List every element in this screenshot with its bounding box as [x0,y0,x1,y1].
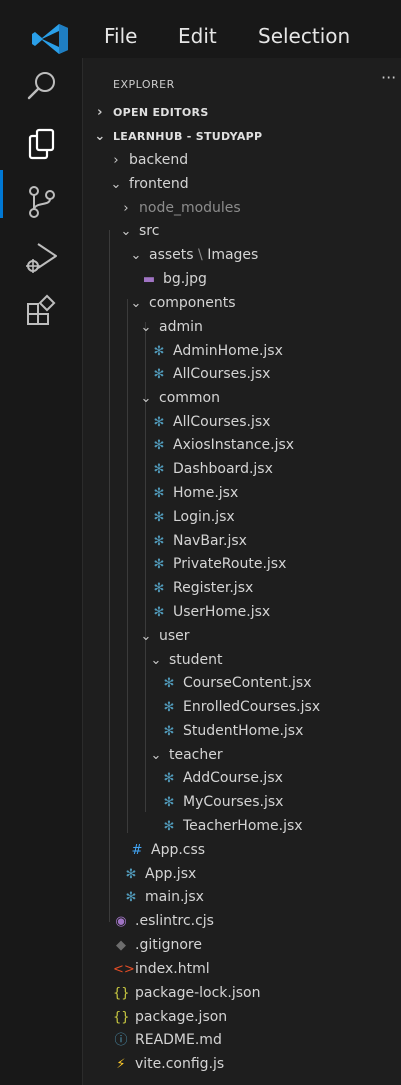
json-icon: {} [113,1010,130,1025]
file-teacherhome-jsx[interactable]: ✻ TeacherHome.jsx [161,815,303,837]
react-file-icon: ✻ [125,890,137,905]
image-file-icon: ▬ [142,272,156,287]
react-file-icon: ✻ [163,724,175,739]
run-debug-icon[interactable] [22,238,62,278]
folder-common[interactable]: ⌄ common [139,387,220,409]
active-indicator [0,170,3,218]
vite-bolt-icon: ⚡ [116,1057,126,1072]
explorer-title: EXPLORER [113,78,175,91]
folder-frontend[interactable]: ⌄ frontend [109,173,189,195]
file-package-json[interactable]: {} package.json [113,1006,227,1028]
file-main-jsx[interactable]: ✻ main.jsx [123,886,204,908]
explorer-files-icon[interactable] [22,124,62,164]
folder-components[interactable]: ⌄ components [129,292,236,314]
file-eslintrc-cjs[interactable]: ◉ .eslintrc.cjs [113,910,214,932]
react-file-icon: ✻ [163,819,175,834]
git-icon: ◆ [116,938,126,953]
chevron-down-icon: ⌄ [140,391,152,406]
file-login-jsx[interactable]: ✻ Login.jsx [151,506,235,528]
react-file-icon: ✻ [163,795,175,810]
info-icon: ⓘ [114,1033,128,1048]
folder-assets-images[interactable]: ⌄ assets \ Images [129,244,259,266]
react-file-icon: ✻ [153,462,165,477]
file-index-html[interactable]: <>index.html [113,958,210,980]
activity-bar [0,58,82,1085]
file-enrolledcourses-jsx[interactable]: ✻ EnrolledCourses.jsx [161,696,321,718]
chevron-down-icon: ⌄ [110,177,122,192]
file-navbar-jsx[interactable]: ✻ NavBar.jsx [151,530,247,552]
file-privateroute-jsx[interactable]: ✻ PrivateRoute.jsx [151,553,287,575]
menu-file[interactable]: File [104,24,137,48]
react-file-icon: ✻ [153,344,165,359]
chevron-down-icon: ⌄ [150,748,162,763]
file-app-jsx[interactable]: ✻ App.jsx [123,863,197,885]
file-bg-jpg[interactable]: ▬ bg.jpg [141,268,207,290]
file-app-css[interactable]: # App.css [129,839,206,861]
chevron-down-icon: ⌄ [140,320,152,335]
vscode-logo-icon [32,24,68,54]
folder-admin[interactable]: ⌄ admin [139,316,203,338]
json-icon: {} [113,986,130,1001]
file-studenthome-jsx[interactable]: ✻ StudentHome.jsx [161,720,304,742]
file-vite-config-js[interactable]: ⚡ vite.config.js [113,1053,224,1075]
extensions-icon[interactable] [22,292,62,332]
react-file-icon: ✻ [153,438,165,453]
file-adminhome-jsx[interactable]: ✻ AdminHome.jsx [151,340,283,362]
react-file-icon: ✻ [163,676,175,691]
file-package-lock-json[interactable]: {} package-lock.json [113,982,261,1004]
react-file-icon: ✻ [153,581,165,596]
chevron-right-icon: › [113,153,119,168]
menu-edit[interactable]: Edit [178,24,217,48]
eslint-icon: ◉ [115,914,127,929]
css-hash-icon: # [131,843,143,858]
file-coursecontent-jsx[interactable]: ✻ CourseContent.jsx [161,672,312,694]
chevron-down-icon: ⌄ [94,129,106,144]
folder-teacher[interactable]: ⌄ teacher [149,744,223,766]
file-readme-md[interactable]: ⓘ README.md [113,1029,221,1051]
file-mycourses-jsx[interactable]: ✻ MyCourses.jsx [161,791,284,813]
chevron-right-icon: › [97,105,103,120]
chevron-down-icon: ⌄ [120,224,132,239]
react-file-icon: ✻ [153,534,165,549]
file-addcourse-jsx[interactable]: ✻ AddCourse.jsx [161,767,283,789]
file-gitignore[interactable]: ◆ .gitignore [113,934,202,956]
chevron-right-icon: › [123,201,129,216]
file-dashboard-jsx[interactable]: ✻ Dashboard.jsx [151,458,273,480]
folder-user[interactable]: ⌄ user [139,625,190,647]
section-open-editors[interactable]: › OPEN EDITORS [93,102,209,124]
folder-node-modules[interactable]: › node_modules [119,197,240,219]
file-userhome-jsx[interactable]: ✻ UserHome.jsx [151,601,271,623]
file-common-allcourses-jsx[interactable]: ✻ AllCourses.jsx [151,411,271,433]
react-file-icon: ✻ [153,415,165,430]
file-home-jsx[interactable]: ✻ Home.jsx [151,482,239,504]
folder-src[interactable]: ⌄ src [119,220,160,242]
react-file-icon: ✻ [125,867,137,882]
file-admin-allcourses-jsx[interactable]: ✻ AllCourses.jsx [151,363,271,385]
chevron-down-icon: ⌄ [130,296,142,311]
folder-backend[interactable]: › backend [109,149,188,171]
file-register-jsx[interactable]: ✻ Register.jsx [151,577,254,599]
more-actions-icon[interactable]: ··· [381,68,396,87]
react-file-icon: ✻ [153,486,165,501]
folder-student[interactable]: ⌄ student [149,649,223,671]
chevron-down-icon: ⌄ [140,629,152,644]
react-file-icon: ✻ [163,700,175,715]
source-control-icon[interactable] [22,182,62,222]
chevron-down-icon: ⌄ [130,248,142,263]
indent-guide [109,230,110,922]
html-icon: <> [113,962,135,977]
react-file-icon: ✻ [153,605,165,620]
react-file-icon: ✻ [163,771,175,786]
explorer-sidebar: EXPLORER ··· › OPEN EDITORS ⌄ LEARNHUB - S… [82,58,401,1085]
react-file-icon: ✻ [153,510,165,525]
react-file-icon: ✻ [153,367,165,382]
file-axiosinstance-jsx[interactable]: ✻ AxiosInstance.jsx [151,434,295,456]
menu-selection[interactable]: Selection [258,24,350,48]
search-icon[interactable] [22,66,62,106]
chevron-down-icon: ⌄ [150,653,162,668]
section-project[interactable]: ⌄ LEARNHUB - STUDYAPP [93,126,262,148]
react-file-icon: ✻ [153,557,165,572]
indent-guide [127,299,128,833]
